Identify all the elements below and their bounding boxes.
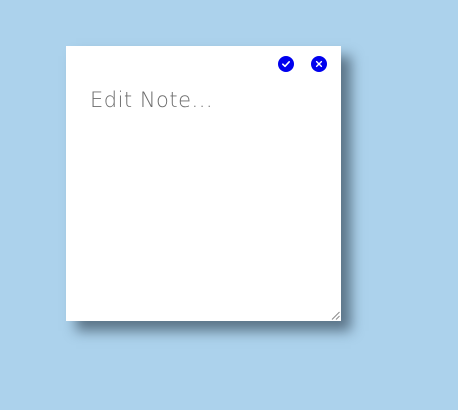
note-toolbar — [278, 56, 327, 72]
note-text-input[interactable] — [90, 88, 320, 112]
resize-grip-icon — [331, 311, 340, 320]
confirm-button[interactable] — [278, 56, 294, 72]
close-button[interactable] — [311, 56, 327, 72]
resize-handle[interactable] — [331, 311, 340, 320]
sticky-note — [66, 46, 341, 321]
check-icon — [281, 60, 290, 68]
close-icon — [315, 60, 323, 68]
